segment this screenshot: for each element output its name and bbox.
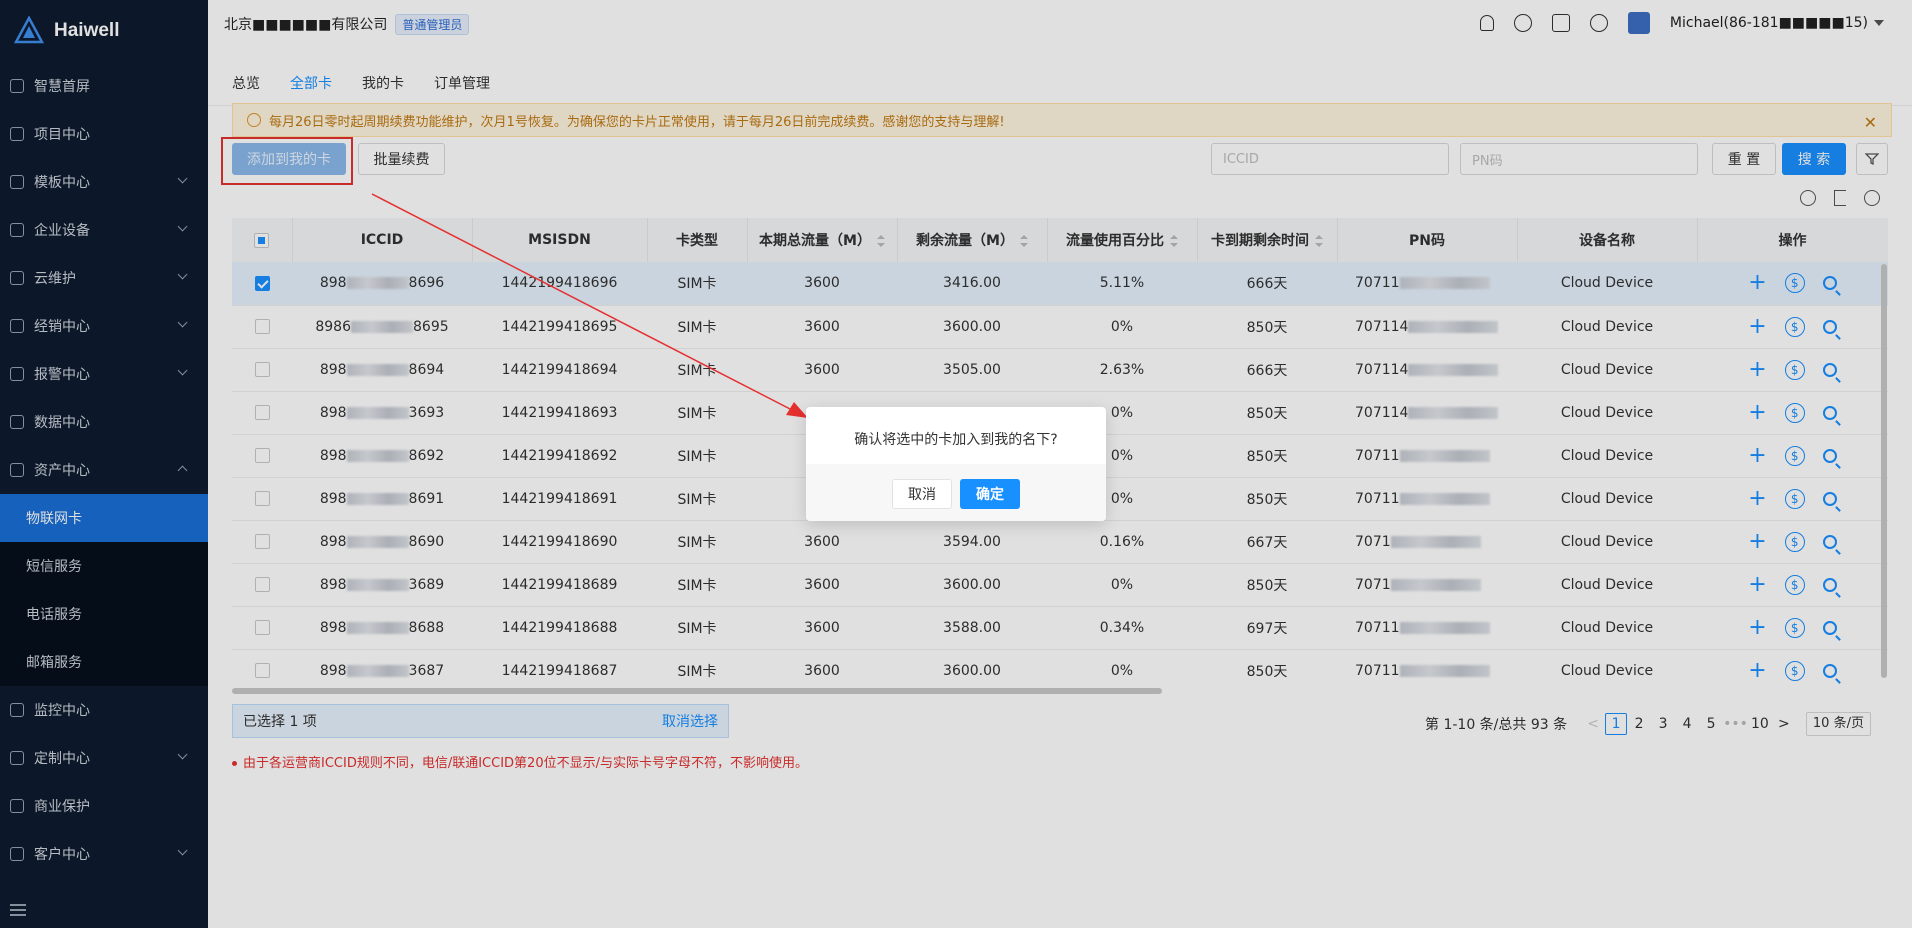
confirm-dialog: 确认将选中的卡加入到我的名下? 取消 确定 [806, 407, 1106, 521]
dialog-message: 确认将选中的卡加入到我的名下? [854, 432, 1058, 448]
dialog-ok-button[interactable]: 确定 [960, 479, 1020, 509]
dialog-cancel-button[interactable]: 取消 [892, 479, 952, 509]
dialog-footer [806, 464, 1106, 521]
